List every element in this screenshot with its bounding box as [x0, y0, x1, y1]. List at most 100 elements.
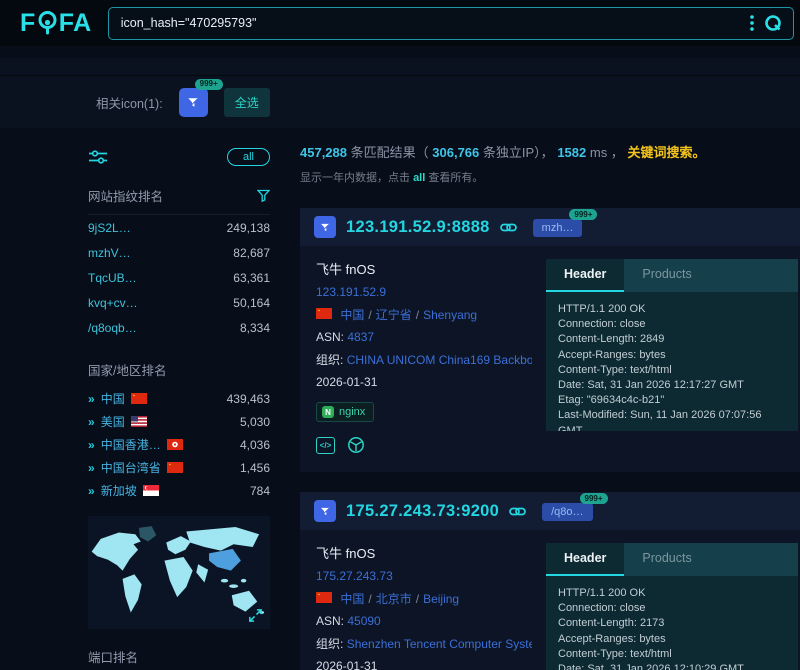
- top-navbar: F FA: [0, 0, 800, 46]
- result-org: 组织: CHINA UNICOM China169 Backbone: [316, 351, 532, 368]
- province-link[interactable]: 北京市: [376, 592, 412, 606]
- tab-products[interactable]: Products: [624, 543, 709, 576]
- http-header-line: Connection: close: [558, 317, 786, 332]
- funnel-icon[interactable]: [257, 189, 270, 202]
- result-favicon[interactable]: [314, 500, 336, 522]
- search-input[interactable]: [121, 16, 750, 30]
- region-link[interactable]: 中国台湾省: [101, 459, 161, 476]
- asn-link[interactable]: 4837: [347, 330, 374, 344]
- result-location: 中国/北京市/Beijing: [316, 590, 532, 607]
- result-details: 飞牛 fnOS 123.191.52.9 中国/辽宁省/Shenyang ASN…: [316, 259, 532, 454]
- country-link[interactable]: 中国: [340, 592, 364, 606]
- region-link[interactable]: 美国: [101, 413, 125, 430]
- fingerprint-link[interactable]: kvq+cv…: [88, 296, 138, 310]
- fingerprint-row: TqcUB… 63,361: [88, 265, 270, 290]
- result-ip-link[interactable]: 175.27.243.73: [316, 569, 393, 583]
- city-link[interactable]: Beijing: [423, 592, 459, 606]
- fingerprint-link[interactable]: /q8oqb…: [88, 321, 137, 335]
- http-header-line: Last-Modified: Sun, 11 Jan 2026 07:07:56…: [558, 408, 786, 431]
- query-time: 1582: [557, 145, 586, 160]
- http-headers-content[interactable]: HTTP/1.1 200 OK Connection: close Conten…: [546, 292, 798, 431]
- flag-tw-icon: [167, 462, 183, 473]
- region-section: 国家/地区排名 »中国 439,463 »美国 5,030 »中国香港… 4,0…: [88, 360, 270, 502]
- fingerprint-count: 50,164: [233, 296, 270, 310]
- cube-api-icon[interactable]: [347, 436, 365, 454]
- result-card-body: 飞牛 fnOS 175.27.243.73 中国/北京市/Beijing ASN…: [300, 530, 800, 670]
- logo-text-right: FA: [59, 9, 92, 38]
- main-content: all 网站指纹排名 9jS2L…249,138 mzhV…82,687 Tqc…: [0, 128, 800, 670]
- asn-link[interactable]: 45090: [347, 614, 380, 628]
- fingerprint-link[interactable]: TqcUB…: [88, 271, 137, 285]
- country-link[interactable]: 中国: [340, 308, 364, 322]
- results-summary: 457,288 条匹配结果（ 306,766 条独立IP）， 1582 ms ，…: [300, 144, 800, 162]
- all-data-link[interactable]: all: [413, 172, 425, 184]
- fingerprint-link[interactable]: mzhV…: [88, 246, 131, 260]
- select-all-button[interactable]: 全选: [224, 88, 270, 117]
- server-product-tag[interactable]: Nnginx: [316, 402, 374, 422]
- result-tag[interactable]: mzh…: [533, 219, 583, 237]
- province-link[interactable]: 辽宁省: [376, 308, 412, 322]
- region-title: 国家/地区排名: [88, 360, 270, 379]
- region-link[interactable]: 中国: [101, 390, 125, 407]
- search-box: [108, 7, 794, 40]
- result-address-link[interactable]: 123.191.52.9:8888: [346, 218, 490, 237]
- related-icon-band: 相关icon(1): 999+ 全选: [0, 58, 800, 128]
- result-tag-badge: 999+: [580, 493, 608, 504]
- result-address-link[interactable]: 175.27.243.73:9200: [346, 502, 499, 521]
- all-filter-pill[interactable]: all: [227, 148, 270, 166]
- flag-sg-icon: [143, 485, 159, 496]
- search-box-icons: [750, 14, 783, 33]
- tab-products[interactable]: Products: [624, 259, 709, 292]
- flag-cn-icon: [131, 393, 147, 404]
- result-card: 123.191.52.9:8888 mzh… 999+ 飞牛 fnOS 123.…: [300, 208, 800, 472]
- result-asn: ASN: 4837: [316, 330, 532, 344]
- result-asn: ASN: 45090: [316, 614, 532, 628]
- map-china: [209, 549, 241, 571]
- asn-label: ASN:: [316, 614, 344, 628]
- region-link[interactable]: 新加坡: [101, 482, 137, 499]
- ip-count: 306,766: [432, 145, 479, 160]
- kebab-menu-icon[interactable]: [750, 14, 754, 32]
- city-link[interactable]: Shenyang: [423, 308, 477, 322]
- link-chain-icon[interactable]: [509, 506, 526, 517]
- http-headers-content[interactable]: HTTP/1.1 200 OK Connection: close Conten…: [546, 576, 798, 670]
- map-europe: [166, 536, 191, 554]
- fingerprint-row: kvq+cv… 50,164: [88, 290, 270, 315]
- related-favicon-button[interactable]: [179, 88, 208, 117]
- result-tag[interactable]: /q8o…: [542, 503, 592, 521]
- results-column: 457,288 条匹配结果（ 306,766 条独立IP）， 1582 ms ，…: [300, 144, 800, 670]
- org-label: 组织:: [316, 353, 343, 367]
- ms-label: ms ，: [590, 145, 624, 160]
- region-row: »中国 439,463: [88, 387, 270, 410]
- chevron-right-icon: »: [88, 415, 95, 429]
- world-map-svg: [88, 516, 270, 629]
- keyword-search-link[interactable]: 关键词搜索。: [627, 145, 705, 160]
- filter-sliders-icon[interactable]: [88, 149, 108, 165]
- chevron-right-icon: »: [88, 484, 95, 498]
- tab-header[interactable]: Header: [546, 259, 624, 292]
- result-actions: </>: [316, 436, 532, 454]
- logo-text-left: F: [20, 9, 36, 38]
- fingerprint-link[interactable]: 9jS2L…: [88, 221, 131, 235]
- link-chain-icon[interactable]: [500, 222, 517, 233]
- view-source-icon[interactable]: </>: [316, 437, 335, 454]
- map-india: [196, 564, 208, 582]
- result-card-header: 175.27.243.73:9200 /q8o… 999+: [300, 492, 800, 530]
- fingerprint-count: 249,138: [227, 221, 270, 235]
- fingerprint-count: 63,361: [233, 271, 270, 285]
- map-expand-icon[interactable]: [247, 607, 264, 624]
- fingerprint-title: 网站指纹排名: [88, 186, 163, 205]
- result-favicon[interactable]: [314, 216, 336, 238]
- region-link[interactable]: 中国香港…: [101, 436, 161, 453]
- org-link[interactable]: Shenzhen Tencent Computer Systems Compa…: [347, 637, 532, 651]
- org-link[interactable]: CHINA UNICOM China169 Backbone: [347, 353, 532, 367]
- search-icon[interactable]: [764, 14, 783, 33]
- result-ip-link[interactable]: 123.191.52.9: [316, 285, 386, 299]
- http-header-line: Date: Sat, 31 Jan 2026 12:17:27 GMT: [558, 378, 786, 393]
- http-header-line: Content-Type: text/html: [558, 647, 786, 662]
- flag-cn-icon: [316, 308, 332, 319]
- fofa-logo[interactable]: F FA: [20, 9, 92, 38]
- world-map[interactable]: [88, 516, 270, 629]
- tab-header[interactable]: Header: [546, 543, 624, 576]
- result-location: 中国/辽宁省/Shenyang: [316, 306, 532, 323]
